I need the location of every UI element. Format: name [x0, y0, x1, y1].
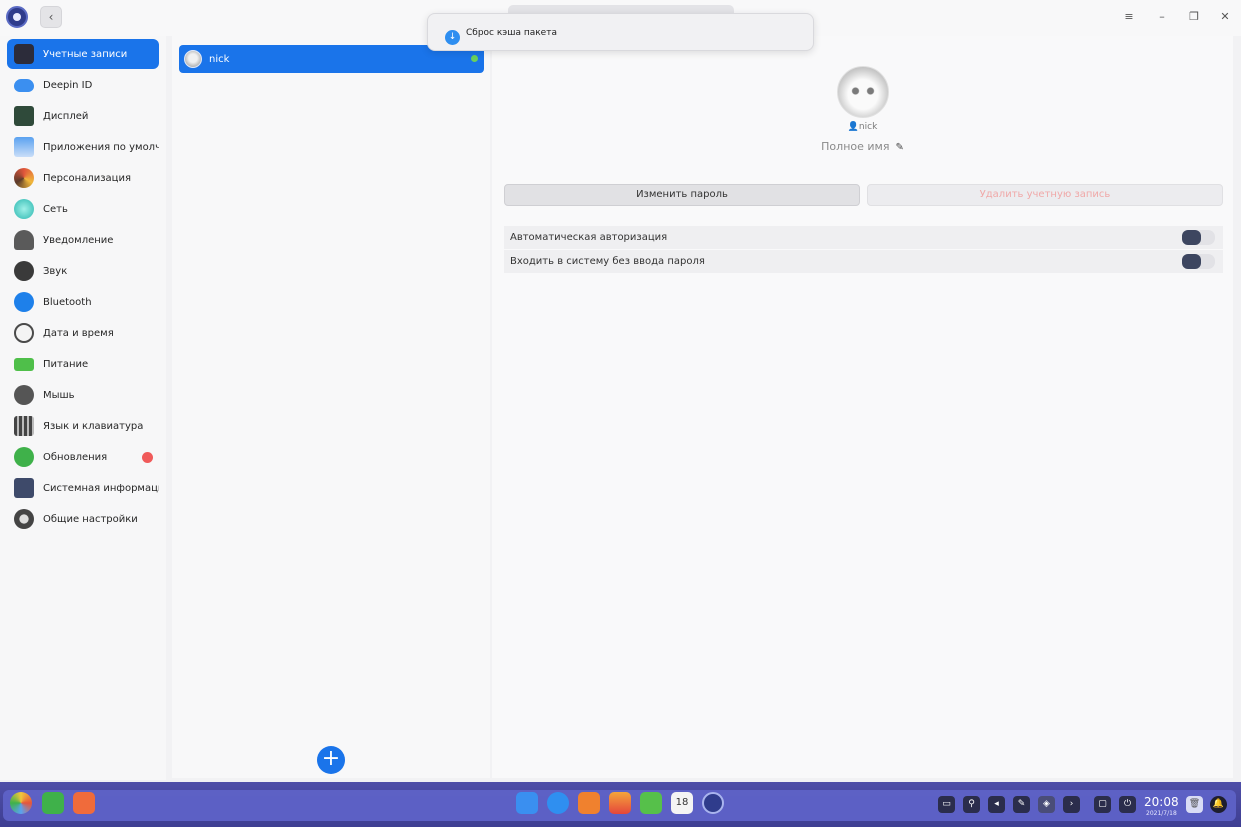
change-password-button[interactable]: Изменить пароль	[504, 184, 860, 206]
sidebar-item-notifications[interactable]: Уведомление	[7, 225, 159, 255]
sidebar-item-sound[interactable]: Звук	[7, 256, 159, 286]
update-icon	[14, 447, 34, 467]
online-status-dot	[471, 55, 478, 62]
sidebar-item-updates[interactable]: Обновления	[7, 442, 159, 472]
account-detail: 👤nick Полное имя ✎ Изменить пароль Удалит…	[492, 36, 1233, 778]
network-icon	[14, 199, 34, 219]
notification-bell-icon[interactable]: 🔔	[1210, 796, 1227, 813]
clock-date: 2021/7/18	[1146, 810, 1177, 817]
image-viewer-icon[interactable]	[609, 792, 631, 814]
bluetooth-icon	[14, 292, 34, 312]
speaker-icon	[14, 261, 34, 281]
menu-icon[interactable]: ≡	[1120, 8, 1138, 26]
sidebar-item-datetime[interactable]: Дата и время	[7, 318, 159, 348]
app-store-icon[interactable]	[578, 792, 600, 814]
passwordless-login-row: Входить в систему без ввода пароля	[504, 250, 1223, 273]
sidebar-item-general-settings[interactable]: Общие настройки	[7, 504, 159, 534]
default-apps-icon	[14, 137, 34, 157]
pen-icon[interactable]: ✎	[1013, 796, 1030, 813]
mouse-icon	[14, 385, 34, 405]
sidebar-item-deepin-id[interactable]: Deepin ID	[7, 70, 159, 100]
clock-icon	[14, 323, 34, 343]
maximize-icon[interactable]: ❐	[1185, 8, 1203, 26]
sidebar-item-mouse[interactable]: Мышь	[7, 380, 159, 410]
sidebar-item-power[interactable]: Питание	[7, 349, 159, 379]
update-badge	[142, 452, 153, 463]
sidebar-item-personalization[interactable]: Персонализация	[7, 163, 159, 193]
trash-icon[interactable]: 🗑	[1186, 796, 1203, 813]
keyboard-icon	[14, 416, 34, 436]
system-info-icon	[14, 478, 34, 498]
launcher-icon[interactable]	[10, 792, 32, 814]
back-button[interactable]: ‹	[40, 6, 62, 28]
passwordless-login-toggle[interactable]	[1182, 254, 1215, 269]
clock-time[interactable]: 20:08	[1144, 795, 1179, 809]
multitask-icon[interactable]	[42, 792, 64, 814]
volume-icon[interactable]: ◂	[988, 796, 1005, 813]
screen-icon[interactable]: ▢	[1094, 796, 1111, 813]
sidebar-item-accounts[interactable]: Учетные записи	[7, 39, 159, 69]
keyboard-layout-icon[interactable]: ▭	[938, 796, 955, 813]
control-center-icon[interactable]	[702, 792, 724, 814]
auto-login-toggle[interactable]	[1182, 230, 1215, 245]
user-list: nick +	[172, 36, 490, 778]
username-label: 👤nick	[847, 122, 878, 132]
monitor-icon	[14, 106, 34, 126]
file-manager-icon[interactable]	[516, 792, 538, 814]
sidebar-item-keyboard[interactable]: Язык и клавиатура	[7, 411, 159, 441]
browser-icon[interactable]	[547, 792, 569, 814]
app-grid-icon[interactable]	[73, 792, 95, 814]
sidebar-item-default-apps[interactable]: Приложения по умолча...	[7, 132, 159, 162]
delete-account-button[interactable]: Удалить учетную запись	[867, 184, 1223, 206]
usb-icon[interactable]: ⚲	[963, 796, 980, 813]
dock: 18 ▭ ⚲ ◂ ✎ ◈ › ▢ ⏻ 🗑 🔔	[0, 782, 1241, 827]
music-icon[interactable]	[640, 792, 662, 814]
sidebar-item-system-info[interactable]: Системная информация	[7, 473, 159, 503]
sidebar-item-network[interactable]: Сеть	[7, 194, 159, 224]
download-icon: ↓	[445, 30, 460, 45]
sidebar-item-display[interactable]: Дисплей	[7, 101, 159, 131]
fullname-field[interactable]: Полное имя ✎	[492, 140, 1233, 153]
close-icon[interactable]: ✕	[1216, 8, 1234, 26]
control-center-logo-icon	[6, 6, 28, 28]
palette-icon	[14, 168, 34, 188]
bell-icon	[14, 230, 34, 250]
pencil-icon[interactable]: ✎	[895, 142, 903, 153]
battery-icon	[14, 357, 34, 371]
cloud-icon	[14, 78, 34, 92]
auto-login-row: Автоматическая авторизация	[504, 226, 1223, 249]
sidebar-item-bluetooth[interactable]: Bluetooth	[7, 287, 159, 317]
sidebar: Учетные записи Deepin ID Дисплей Приложе…	[0, 36, 166, 780]
user-icon: 👤	[847, 122, 859, 132]
add-user-button[interactable]: +	[317, 746, 345, 774]
user-avatar[interactable]	[837, 66, 889, 118]
chevron-right-icon[interactable]: ›	[1063, 796, 1080, 813]
calendar-icon[interactable]: 18	[671, 792, 693, 814]
general-settings-icon	[14, 509, 34, 529]
shield-icon[interactable]: ◈	[1038, 796, 1055, 813]
user-accounts-icon	[14, 44, 34, 64]
power-icon[interactable]: ⏻	[1119, 796, 1136, 813]
minimize-icon[interactable]: –	[1153, 8, 1171, 26]
notification-toast[interactable]: ↓ Сброс кэша пакета	[427, 13, 814, 51]
avatar	[184, 50, 202, 68]
